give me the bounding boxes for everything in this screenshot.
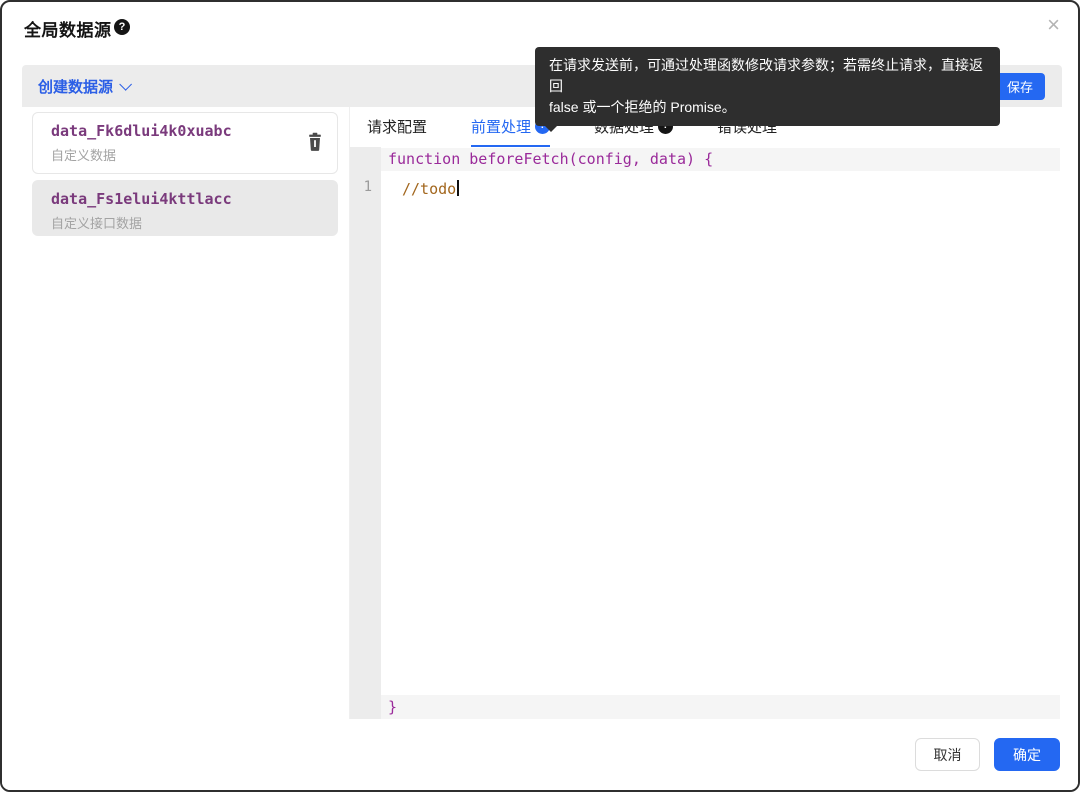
tab-label: 请求配置 xyxy=(367,116,427,137)
tooltip-arrow-icon xyxy=(544,125,558,132)
title-help-icon[interactable]: ? xyxy=(114,19,130,35)
datasource-config-panel: 请求配置 前置处理 ? 数据处理 ? 错误处理 1 fun xyxy=(349,107,1060,722)
dialog-footer: 取消 确定 xyxy=(2,719,1078,790)
dialog-body: data_Fk6dlui4k0xuabc 自定义数据 data_Fs1elui4… xyxy=(2,107,1078,723)
code-comment: //todo xyxy=(402,180,456,198)
save-button[interactable]: 保存 xyxy=(995,73,1045,100)
chevron-down-icon xyxy=(119,78,132,91)
page-title: 全局数据源 xyxy=(24,16,112,41)
tab-label: 前置处理 xyxy=(471,116,531,137)
datasource-item-selected[interactable]: data_Fs1elui4kttlacc 自定义接口数据 xyxy=(32,180,338,236)
editor-wrapper-header-line: function beforeFetch(config, data) { xyxy=(381,148,1060,171)
datasource-type: 自定义数据 xyxy=(51,145,116,164)
datasource-name: data_Fk6dlui4k0xuabc xyxy=(51,122,232,140)
delete-icon[interactable] xyxy=(306,132,324,152)
text-cursor xyxy=(457,180,459,196)
create-datasource-label: 创建数据源 xyxy=(38,76,113,97)
editor-gutter: 1 xyxy=(350,147,381,722)
pre-process-tooltip: 在请求发送前，可通过处理函数修改请求参数；若需终止请求，直接返回 false 或… xyxy=(535,47,1000,126)
global-datasource-dialog: 全局数据源 ? × 创建数据源 保存 data_Fk6dlui4k0xuabc … xyxy=(0,0,1080,792)
tab-request-config[interactable]: 请求配置 xyxy=(367,107,427,147)
editor-wrapper-footer-line: } xyxy=(381,695,1060,719)
editor-code-line[interactable]: //todo xyxy=(381,178,1060,200)
line-number: 1 xyxy=(364,179,372,195)
confirm-button[interactable]: 确定 xyxy=(994,738,1060,771)
datasource-type: 自定义接口数据 xyxy=(51,213,142,232)
create-datasource-button[interactable]: 创建数据源 xyxy=(38,65,128,107)
code-editor[interactable]: 1 function beforeFetch(config, data) { /… xyxy=(350,147,1060,722)
tooltip-line2: false 或一个拒绝的 Promise。 xyxy=(549,97,986,118)
datasource-name: data_Fs1elui4kttlacc xyxy=(51,190,232,208)
close-icon[interactable]: × xyxy=(1047,14,1060,36)
tooltip-line1: 在请求发送前，可通过处理函数修改请求参数；若需终止请求，直接返回 xyxy=(549,55,986,97)
datasource-item[interactable]: data_Fk6dlui4k0xuabc 自定义数据 xyxy=(32,112,338,174)
cancel-button[interactable]: 取消 xyxy=(915,738,980,771)
datasource-list: data_Fk6dlui4k0xuabc 自定义数据 data_Fs1elui4… xyxy=(22,107,349,722)
